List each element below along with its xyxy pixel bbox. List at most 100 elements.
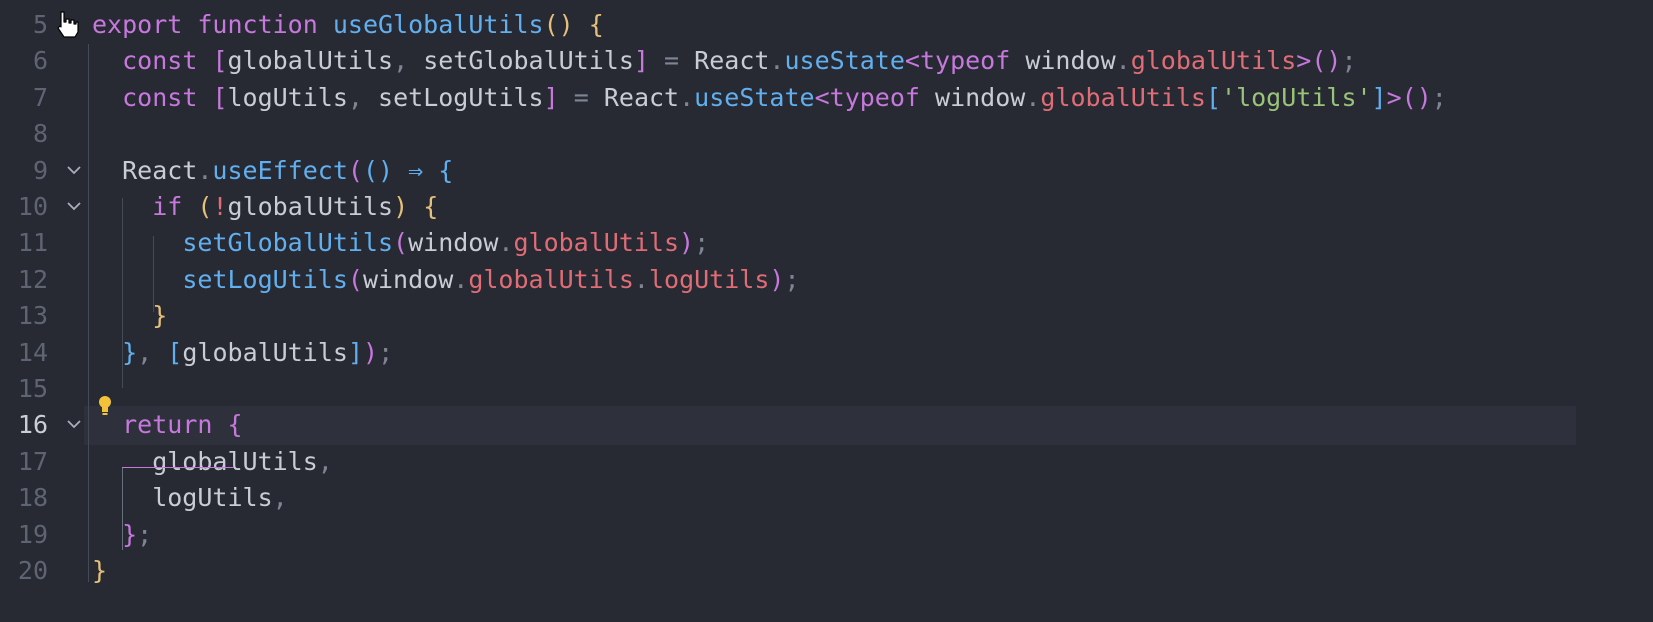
code-token: ): [393, 192, 409, 221]
code-token: .: [453, 264, 469, 294]
code-token: setGlobalUtils: [182, 228, 394, 258]
code-token: ,: [393, 46, 409, 76]
code-token: const: [122, 82, 198, 112]
code-token: logUtils: [92, 483, 273, 513]
code-token: .: [1115, 46, 1131, 76]
line-number: 12: [17, 264, 48, 294]
code-line[interactable]: 13 }: [0, 297, 1653, 335]
code-line[interactable]: 6 const [globalUtils, setGlobalUtils] = …: [0, 42, 1653, 80]
code-line[interactable]: 16 return {: [0, 406, 1653, 445]
code-token: ]: [347, 337, 363, 367]
code-line[interactable]: 17 globalUtils,: [0, 443, 1653, 481]
code-line[interactable]: 12 setLogUtils(window.globalUtils.logUti…: [0, 261, 1653, 299]
code-token: ;: [694, 228, 710, 258]
code-token: 'logUtils': [1221, 82, 1372, 112]
code-token: ⇒: [408, 155, 424, 185]
chevron-down-icon[interactable]: [64, 160, 84, 180]
code-token: globalUtils: [227, 46, 394, 76]
code-line[interactable]: 14 }, [globalUtils]);: [0, 334, 1653, 372]
code-token: export: [92, 10, 183, 39]
line-number: 8: [32, 119, 48, 149]
code-text: globalUtils,: [92, 447, 333, 476]
code-token: useEffect: [212, 155, 348, 185]
line-number: 9: [32, 155, 48, 185]
code-text: }, [globalUtils]);: [92, 337, 394, 367]
code-line[interactable]: 8: [0, 115, 1653, 153]
code-token: (): [1401, 82, 1432, 112]
line-number: 10: [17, 192, 48, 221]
code-line[interactable]: 19 };: [0, 516, 1653, 554]
code-token: ): [363, 337, 379, 367]
code-token: [: [212, 82, 228, 112]
code-token: !: [212, 192, 228, 221]
code-line[interactable]: 11 setGlobalUtils(window.globalUtils);: [0, 224, 1653, 262]
code-token: typeof: [919, 46, 1011, 76]
code-text: export function useGlobalUtils() {: [92, 11, 604, 39]
code-token: {: [227, 410, 243, 440]
code-text: React.useEffect(() ⇒ {: [92, 155, 454, 185]
code-token: ]: [543, 82, 559, 112]
code-line[interactable]: 15: [0, 370, 1653, 408]
code-token: setLogUtils: [362, 82, 544, 112]
line-number: 11: [17, 228, 48, 258]
code-token: .: [498, 228, 514, 258]
code-token: React: [588, 82, 680, 112]
code-token: function: [197, 10, 318, 39]
code-token: globalUtils: [227, 192, 394, 221]
code-token: }: [122, 519, 138, 549]
bracket-match-underline: [122, 467, 234, 468]
code-token: ,: [137, 337, 153, 367]
code-token: (: [347, 155, 363, 185]
code-token: <: [814, 82, 830, 112]
code-text: if (!globalUtils) {: [92, 193, 438, 221]
lightbulb-icon[interactable]: [96, 394, 114, 418]
code-token: }: [92, 556, 108, 585]
line-number: 5: [32, 10, 48, 39]
code-token: ;: [1341, 46, 1357, 76]
code-token: globalUtils: [1130, 46, 1297, 76]
code-token: ]: [633, 46, 649, 76]
code-text: }: [92, 302, 167, 330]
chevron-down-icon[interactable]: [64, 414, 84, 434]
code-token: setLogUtils: [182, 264, 348, 294]
chevron-down-icon[interactable]: [64, 196, 84, 216]
line-number: 16: [17, 410, 48, 440]
code-token: ;: [378, 337, 394, 367]
code-token: React: [679, 46, 770, 76]
code-line[interactable]: 9 React.useEffect(() ⇒ {: [0, 152, 1653, 190]
code-text: const [globalUtils, setGlobalUtils] = Re…: [92, 46, 1357, 76]
code-token: ;: [1431, 82, 1447, 112]
code-text: return {: [92, 410, 243, 440]
code-line[interactable]: 20}: [0, 552, 1653, 590]
code-token: return: [122, 410, 213, 440]
line-number: 15: [17, 374, 48, 403]
code-editor[interactable]: 20} 19 }; 18 logUtils, 17 globalUtils, 16 re…: [0, 0, 1653, 622]
code-token: (: [347, 264, 363, 294]
code-line[interactable]: 7 const [logUtils, setLogUtils] = React.…: [0, 79, 1653, 117]
code-text: setLogUtils(window.globalUtils.logUtils)…: [92, 264, 799, 294]
code-line[interactable]: 5 export function useGlobalUtils() {: [0, 6, 1653, 44]
code-token: .: [679, 82, 695, 112]
code-token: logUtils: [648, 264, 770, 294]
indent-guide: [122, 198, 123, 388]
code-token: React: [92, 155, 198, 185]
code-line[interactable]: 10 if (!globalUtils) {: [0, 188, 1653, 226]
code-line[interactable]: 18 logUtils,: [0, 479, 1653, 517]
code-token: .: [769, 46, 785, 76]
code-token: ): [679, 228, 695, 258]
line-number: 20: [17, 556, 48, 585]
code-text: const [logUtils, setLogUtils] = React.us…: [92, 82, 1447, 112]
code-token: logUtils: [227, 82, 348, 112]
code-token: {: [438, 155, 454, 185]
code-token: }: [122, 337, 138, 367]
